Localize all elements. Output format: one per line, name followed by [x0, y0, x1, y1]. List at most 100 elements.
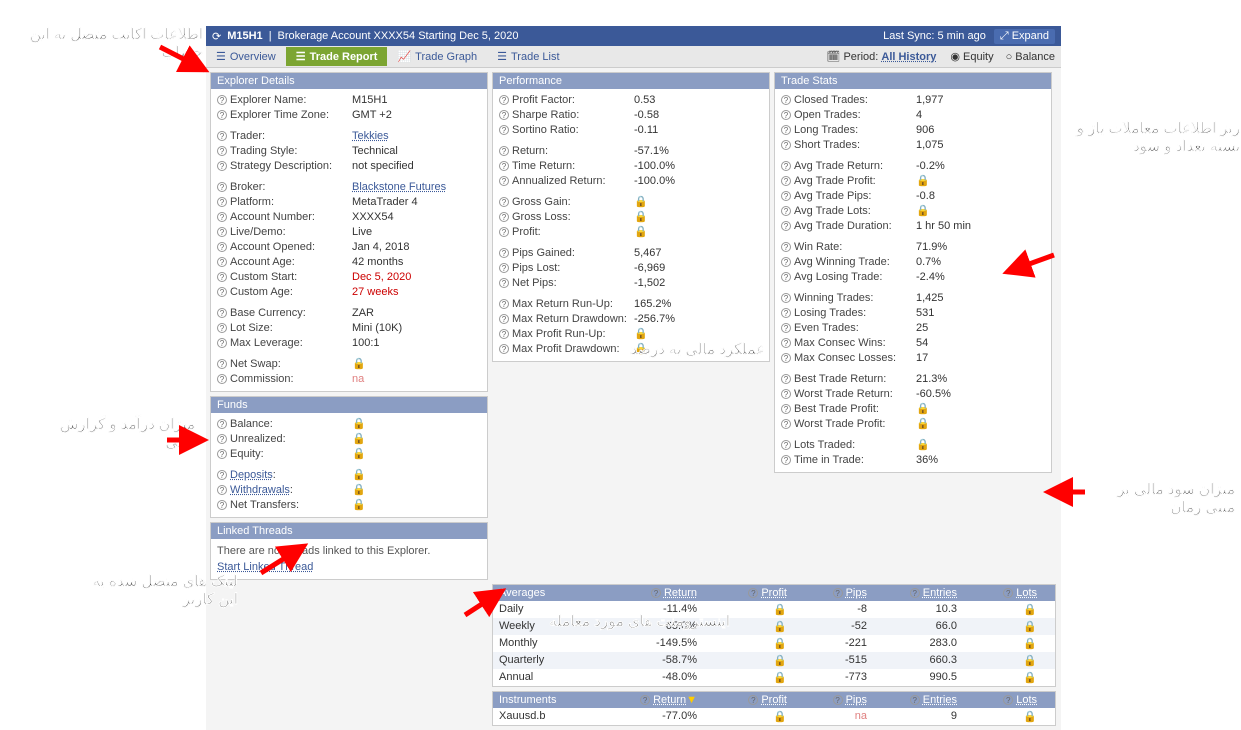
help-icon[interactable]: ? — [217, 110, 227, 120]
help-icon[interactable]: ? — [781, 242, 791, 252]
help-icon[interactable]: ? — [217, 287, 227, 297]
help-icon[interactable]: ? — [781, 221, 791, 231]
kv-value[interactable]: Blackstone Futures — [352, 180, 481, 195]
help-icon[interactable]: ? — [781, 293, 791, 303]
help-icon[interactable]: ? — [499, 248, 509, 258]
help-icon[interactable]: ? — [781, 419, 791, 429]
help-icon[interactable]: ? — [781, 110, 791, 120]
help-icon[interactable]: ? — [499, 125, 509, 135]
col-pips[interactable]: Pips — [846, 587, 867, 599]
help-icon[interactable]: ? — [1003, 588, 1013, 598]
help-icon[interactable]: ? — [651, 588, 661, 598]
help-icon[interactable]: ? — [910, 588, 920, 598]
help-icon[interactable]: ? — [781, 374, 791, 384]
help-icon[interactable]: ? — [499, 299, 509, 309]
table-cell: -515 — [793, 652, 873, 669]
help-icon[interactable]: ? — [1003, 695, 1013, 705]
help-icon[interactable]: ? — [781, 308, 791, 318]
col-profit[interactable]: Profit — [761, 694, 787, 706]
help-icon[interactable]: ? — [499, 227, 509, 237]
help-icon[interactable]: ? — [499, 146, 509, 156]
kv-key: ?Custom Start: — [217, 270, 352, 285]
help-icon[interactable]: ? — [781, 206, 791, 216]
help-icon[interactable]: ? — [217, 434, 227, 444]
help-icon[interactable]: ? — [781, 272, 791, 282]
col-lots[interactable]: Lots — [1016, 694, 1037, 706]
help-icon[interactable]: ? — [217, 242, 227, 252]
help-icon[interactable]: ? — [217, 449, 227, 459]
kv-row: ?Max Profit Run-Up:🔒 — [499, 327, 763, 342]
help-icon[interactable]: ? — [499, 161, 509, 171]
help-icon[interactable]: ? — [781, 161, 791, 171]
col-return[interactable]: Return — [653, 694, 686, 706]
radio-equity[interactable]: ◉Equity — [944, 47, 999, 66]
help-icon[interactable]: ? — [833, 588, 843, 598]
help-icon[interactable]: ? — [499, 344, 509, 354]
help-icon[interactable]: ? — [781, 140, 791, 150]
help-icon[interactable]: ? — [833, 695, 843, 705]
radio-balance[interactable]: ○Balance — [1000, 48, 1061, 66]
help-icon[interactable]: ? — [217, 257, 227, 267]
help-icon[interactable]: ? — [217, 131, 227, 141]
help-icon[interactable]: ? — [910, 695, 920, 705]
help-icon[interactable]: ? — [217, 182, 227, 192]
help-icon[interactable]: ? — [217, 212, 227, 222]
help-icon[interactable]: ? — [781, 338, 791, 348]
help-icon[interactable]: ? — [781, 440, 791, 450]
tab-trade-graph[interactable]: 📈Trade Graph — [387, 47, 487, 66]
help-icon[interactable]: ? — [781, 176, 791, 186]
help-icon[interactable]: ? — [217, 470, 227, 480]
help-icon[interactable]: ? — [217, 338, 227, 348]
help-icon[interactable]: ? — [781, 257, 791, 267]
help-icon[interactable]: ? — [217, 308, 227, 318]
lock-icon: 🔒 — [352, 447, 366, 462]
help-icon[interactable]: ? — [217, 272, 227, 282]
help-icon[interactable]: ? — [217, 323, 227, 333]
start-linked-thread-link[interactable]: Start Linked Thread — [217, 559, 481, 575]
help-icon[interactable]: ? — [217, 500, 227, 510]
period-selector[interactable]: 🗓 Period: All History — [818, 47, 944, 66]
help-icon[interactable]: ? — [499, 329, 509, 339]
lock-icon: 🔒 — [352, 432, 366, 447]
help-icon[interactable]: ? — [217, 161, 227, 171]
help-icon[interactable]: ? — [499, 263, 509, 273]
expand-button[interactable]: ⤢ Expand — [994, 29, 1055, 44]
tab-trade-report[interactable]: ☰Trade Report — [286, 47, 388, 66]
help-icon[interactable]: ? — [217, 227, 227, 237]
help-icon[interactable]: ? — [781, 353, 791, 363]
help-icon[interactable]: ? — [499, 212, 509, 222]
tab-trade-list[interactable]: ☰Trade List — [487, 47, 569, 66]
help-icon[interactable]: ? — [781, 191, 791, 201]
col-entries[interactable]: Entries — [923, 694, 957, 706]
help-icon[interactable]: ? — [217, 419, 227, 429]
help-icon[interactable]: ? — [781, 389, 791, 399]
help-icon[interactable]: ? — [499, 197, 509, 207]
help-icon[interactable]: ? — [217, 374, 227, 384]
help-icon[interactable]: ? — [499, 110, 509, 120]
help-icon[interactable]: ? — [781, 323, 791, 333]
help-icon[interactable]: ? — [499, 176, 509, 186]
col-pips[interactable]: Pips — [846, 694, 867, 706]
help-icon[interactable]: ? — [781, 404, 791, 414]
help-icon[interactable]: ? — [499, 278, 509, 288]
help-icon[interactable]: ? — [499, 314, 509, 324]
tab-overview[interactable]: ☰Overview — [206, 47, 286, 66]
col-profit[interactable]: Profit — [761, 587, 787, 599]
help-icon[interactable]: ? — [217, 197, 227, 207]
help-icon[interactable]: ? — [499, 95, 509, 105]
help-icon[interactable]: ? — [217, 146, 227, 156]
col-return[interactable]: Return — [664, 587, 697, 599]
kv-value[interactable]: Tekkies — [352, 129, 481, 144]
help-icon[interactable]: ? — [217, 95, 227, 105]
kv-key: ?Custom Age: — [217, 285, 352, 300]
help-icon[interactable]: ? — [217, 359, 227, 369]
help-icon[interactable]: ? — [781, 455, 791, 465]
col-lots[interactable]: Lots — [1016, 587, 1037, 599]
help-icon[interactable]: ? — [217, 485, 227, 495]
col-entries[interactable]: Entries — [923, 587, 957, 599]
help-icon[interactable]: ? — [640, 695, 650, 705]
help-icon[interactable]: ? — [748, 695, 758, 705]
help-icon[interactable]: ? — [748, 588, 758, 598]
help-icon[interactable]: ? — [781, 125, 791, 135]
help-icon[interactable]: ? — [781, 95, 791, 105]
